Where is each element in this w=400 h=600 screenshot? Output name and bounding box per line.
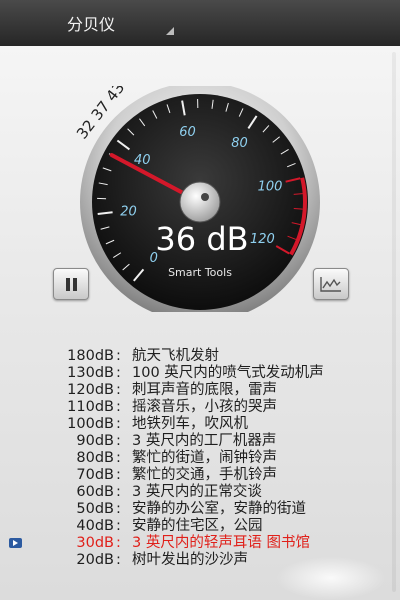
level-row: 110dB: 摇滚音乐，小孩的哭声 <box>0 399 400 416</box>
level-row: 100dB: 地铁列车，吹风机 <box>0 416 400 433</box>
history-chart-button[interactable] <box>313 268 349 300</box>
level-db-value: 110dB <box>67 399 114 415</box>
level-separator: : <box>116 501 121 517</box>
level-row: 50dB: 安静的办公室，安静的街道 <box>0 501 400 518</box>
level-db-value: 180dB <box>67 348 114 364</box>
level-row: 80dB: 繁忙的街道，闹钟铃声 <box>0 450 400 467</box>
level-description: 航天飞机发射 <box>132 348 219 364</box>
level-separator: : <box>116 365 121 381</box>
level-description: 繁忙的街道，闹钟铃声 <box>132 450 277 466</box>
level-row: 180dB: 航天飞机发射 <box>0 348 400 365</box>
scale-label-100: 100 <box>258 179 283 194</box>
pause-button[interactable] <box>53 268 89 300</box>
level-db-value: 80dB <box>76 450 114 466</box>
level-description: 地铁列车，吹风机 <box>132 416 248 432</box>
level-description: 刺耳声音的底限，雷声 <box>132 382 277 398</box>
hub-screw <box>201 193 209 201</box>
level-row: 40dB: 安静的住宅区，公园 <box>0 518 400 535</box>
level-db-value: 20dB <box>76 552 114 568</box>
level-description: 安静的办公室，安静的街道 <box>132 501 306 517</box>
level-separator: : <box>116 518 121 534</box>
level-separator: : <box>116 348 121 364</box>
menu-corner-icon[interactable] <box>166 27 174 35</box>
level-separator: : <box>116 433 121 449</box>
level-row-current: 30dB:3 英尺内的轻声耳语 图书馆 <box>0 535 400 552</box>
scale-label-20: 20 <box>120 204 137 219</box>
level-db-value: 40dB <box>76 518 114 534</box>
scale-label-120: 120 <box>250 232 275 247</box>
level-row: 120dB: 刺耳声音的底限，雷声 <box>0 382 400 399</box>
level-separator: : <box>116 416 121 432</box>
level-db-value: 100dB <box>67 416 114 432</box>
scale-label-40: 40 <box>134 153 151 168</box>
level-description: 3 英尺内的工厂机器声 <box>132 433 277 449</box>
current-level-marker-icon <box>9 538 22 548</box>
app-title: 分贝仪 <box>67 15 116 34</box>
decibel-gauge: 0 20 40 60 80 100 120 36 dB Smart Tools … <box>73 86 320 312</box>
level-row: 130dB:100 英尺内的喷气式发动机声 <box>0 365 400 382</box>
level-description: 安静的住宅区，公园 <box>132 518 263 534</box>
level-separator: : <box>116 399 121 415</box>
decibel-reference-list: 180dB: 航天飞机发射 130dB:100 英尺内的喷气式发动机声 120dB: 刺… <box>0 348 400 569</box>
level-description: 繁忙的交通，手机铃声 <box>132 467 277 483</box>
title-bar: 分贝仪 <box>0 0 400 47</box>
decibel-readout: 36 dB <box>155 220 248 258</box>
level-row: 90dB:3 英尺内的工厂机器声 <box>0 433 400 450</box>
scale-label-60: 60 <box>179 125 196 140</box>
level-separator: : <box>116 450 121 466</box>
level-description: 树叶发出的沙沙声 <box>132 552 248 568</box>
line-chart-icon <box>320 277 341 292</box>
scale-label-80: 80 <box>231 136 248 151</box>
level-row: 70dB: 繁忙的交通，手机铃声 <box>0 467 400 484</box>
level-description: 100 英尺内的喷气式发动机声 <box>132 365 324 381</box>
level-db-value: 70dB <box>76 467 114 483</box>
level-separator: : <box>116 382 121 398</box>
level-description: 3 英尺内的轻声耳语 图书馆 <box>132 535 310 551</box>
level-db-value: 90dB <box>76 433 114 449</box>
level-description: 摇滚音乐，小孩的哭声 <box>132 399 277 415</box>
level-separator: : <box>116 535 121 551</box>
level-db-value: 130dB <box>67 365 114 381</box>
level-row: 60dB:3 英尺内的正常交谈 <box>0 484 400 501</box>
brand-label: Smart Tools <box>168 266 232 279</box>
level-db-value: 60dB <box>76 484 114 500</box>
watermark-overlay <box>276 556 386 600</box>
level-db-value: 30dB <box>76 535 114 551</box>
level-separator: : <box>116 552 121 568</box>
level-separator: : <box>116 467 121 483</box>
level-db-value: 50dB <box>76 501 114 517</box>
level-db-value: 120dB <box>67 382 114 398</box>
gauge-tick <box>293 208 303 210</box>
level-description: 3 英尺内的正常交谈 <box>132 484 262 500</box>
needle-hub <box>179 181 221 223</box>
pause-icon <box>65 277 77 291</box>
level-separator: : <box>116 484 121 500</box>
